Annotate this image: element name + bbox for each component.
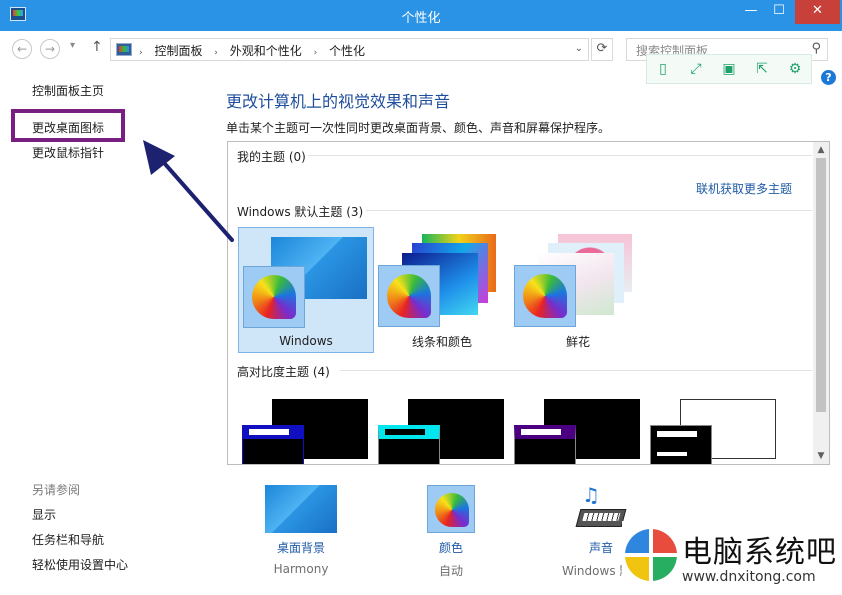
watermark: 电脑系统吧 www.dnxitong.com [622, 521, 842, 595]
phone-icon[interactable]: ▯ [653, 59, 673, 79]
default-themes-heading: Windows 默认主题 (3) [237, 205, 364, 219]
vertical-scrollbar[interactable]: ▲ ▼ [813, 142, 829, 464]
desktop-background-value: Harmony [273, 562, 329, 576]
control-panel-home-link[interactable]: 控制面板主页 [32, 82, 104, 99]
page-description: 单击某个主题可一次性同时更改桌面背景、颜色、声音和屏幕保护程序。 [226, 121, 611, 135]
color-palette-icon [514, 265, 576, 327]
theme-thumbnail [657, 431, 697, 437]
breadcrumb-appearance[interactable]: 外观和个性化 [230, 44, 302, 58]
see-also-display-link[interactable]: 显示 [32, 506, 56, 523]
scroll-down-icon[interactable]: ▼ [813, 451, 829, 461]
scrollbar-thumb[interactable] [816, 158, 826, 412]
get-more-themes-link[interactable]: 联机获取更多主题 [696, 180, 792, 197]
color-palette-icon [435, 493, 469, 527]
color-icon [427, 485, 475, 533]
piano-keys [582, 513, 621, 521]
divider [366, 210, 812, 211]
theme-high-contrast-2[interactable] [374, 399, 510, 464]
breadcrumb-separator[interactable]: › [314, 48, 318, 58]
annotation-highlight-box [11, 109, 125, 142]
color-label[interactable]: 颜色 [413, 539, 489, 556]
title-bar: 个性化 — ☐ ✕ [0, 0, 842, 31]
see-also-title: 另请参阅 [32, 483, 81, 497]
forward-button[interactable]: → [40, 39, 60, 59]
page-title: 更改计算机上的视觉效果和声音 [226, 92, 451, 111]
color-value: 自动 [438, 564, 463, 578]
see-also-ease-of-access-link[interactable]: 轻松使用设置中心 [32, 556, 128, 573]
theme-list[interactable]: 我的主题 (0) 联机获取更多主题 Windows 默认主题 (3) Windo… [227, 141, 830, 465]
help-icon[interactable]: ? [821, 70, 836, 85]
back-button[interactable]: ← [12, 39, 32, 59]
close-button[interactable]: ✕ [795, 0, 840, 24]
breadcrumb: › 控制面板 › 外观和个性化 › 个性化 [139, 42, 373, 59]
theme-thumbnail [521, 429, 561, 435]
watermark-url: www.dnxitong.com [682, 569, 816, 585]
share-icon[interactable]: ⇱ [752, 59, 772, 79]
theme-thumbnail [657, 452, 687, 456]
theme-label: 鲜花 [565, 335, 590, 349]
theme-label: Windows [279, 334, 333, 348]
theme-thumbnail [249, 429, 289, 435]
theme-windows[interactable]: Windows [238, 227, 374, 353]
theme-label: 线条和颜色 [411, 335, 472, 349]
refresh-button[interactable]: ⟳ [591, 38, 613, 61]
address-dropdown-icon[interactable]: ⌄ [575, 43, 583, 54]
watermark-logo [625, 529, 677, 581]
theme-lines-and-colors[interactable]: 线条和颜色 [374, 227, 510, 353]
theme-high-contrast-1[interactable] [238, 399, 374, 464]
breadcrumb-control-panel[interactable]: 控制面板 [154, 44, 202, 58]
settings-icon[interactable]: ⚙ [785, 59, 805, 79]
annotation-arrow-head [143, 140, 175, 175]
floating-toolbar: ▯ ⤢ ▣ ⇱ ⚙ [646, 54, 812, 84]
color-palette-icon [243, 266, 305, 328]
theme-high-contrast-white[interactable] [646, 399, 782, 464]
address-bar[interactable]: › 控制面板 › 外观和个性化 › 个性化 ⌄ [110, 38, 589, 61]
breadcrumb-personalization[interactable]: 个性化 [329, 44, 365, 58]
desktop-background-thumbnail [265, 485, 337, 533]
window-title: 个性化 [401, 11, 441, 26]
theme-thumbnail [385, 429, 425, 435]
annotation-arrow-shaft [156, 154, 234, 242]
fullscreen-icon[interactable]: ⤢ [686, 59, 706, 79]
scroll-up-icon[interactable]: ▲ [813, 145, 829, 155]
desktop-background-button[interactable]: 桌面背景 Harmony [253, 485, 349, 577]
keyboard-icon [575, 509, 627, 527]
control-panel-icon [116, 43, 132, 56]
theme-flowers[interactable]: 鲜花 [510, 227, 646, 353]
my-themes-heading: 我的主题 (0) [237, 150, 306, 164]
high-contrast-heading: 高对比度主题 (4) [237, 365, 330, 379]
color-palette-icon [378, 265, 440, 327]
recent-locations-dropdown-icon[interactable]: ▾ [70, 40, 75, 51]
minimize-button[interactable]: — [738, 0, 764, 24]
music-note-icon: ♫ [582, 483, 600, 507]
theme-thumbnail [514, 425, 576, 464]
color-button[interactable]: 颜色 自动 [413, 485, 489, 578]
desktop-background-label[interactable]: 桌面背景 [253, 539, 349, 556]
breadcrumb-separator[interactable]: › [139, 48, 143, 58]
change-mouse-pointers-link[interactable]: 更改鼠标指针 [32, 144, 104, 161]
breadcrumb-separator[interactable]: › [214, 48, 218, 58]
maximize-button[interactable]: ☐ [766, 0, 792, 24]
divider [308, 155, 812, 156]
divider [340, 370, 812, 371]
save-icon[interactable]: ▣ [719, 59, 739, 79]
theme-thumbnail [650, 425, 712, 464]
watermark-name: 电脑系统吧 [682, 535, 837, 570]
see-also-taskbar-link[interactable]: 任务栏和导航 [32, 531, 104, 548]
theme-thumbnail [242, 425, 304, 464]
up-arrow-icon[interactable]: ↑ [91, 39, 103, 55]
search-icon[interactable]: ⚲ [811, 41, 821, 56]
theme-thumbnail [378, 425, 440, 464]
theme-high-contrast-3[interactable] [510, 399, 646, 464]
sounds-icon: ♫ [575, 483, 627, 533]
